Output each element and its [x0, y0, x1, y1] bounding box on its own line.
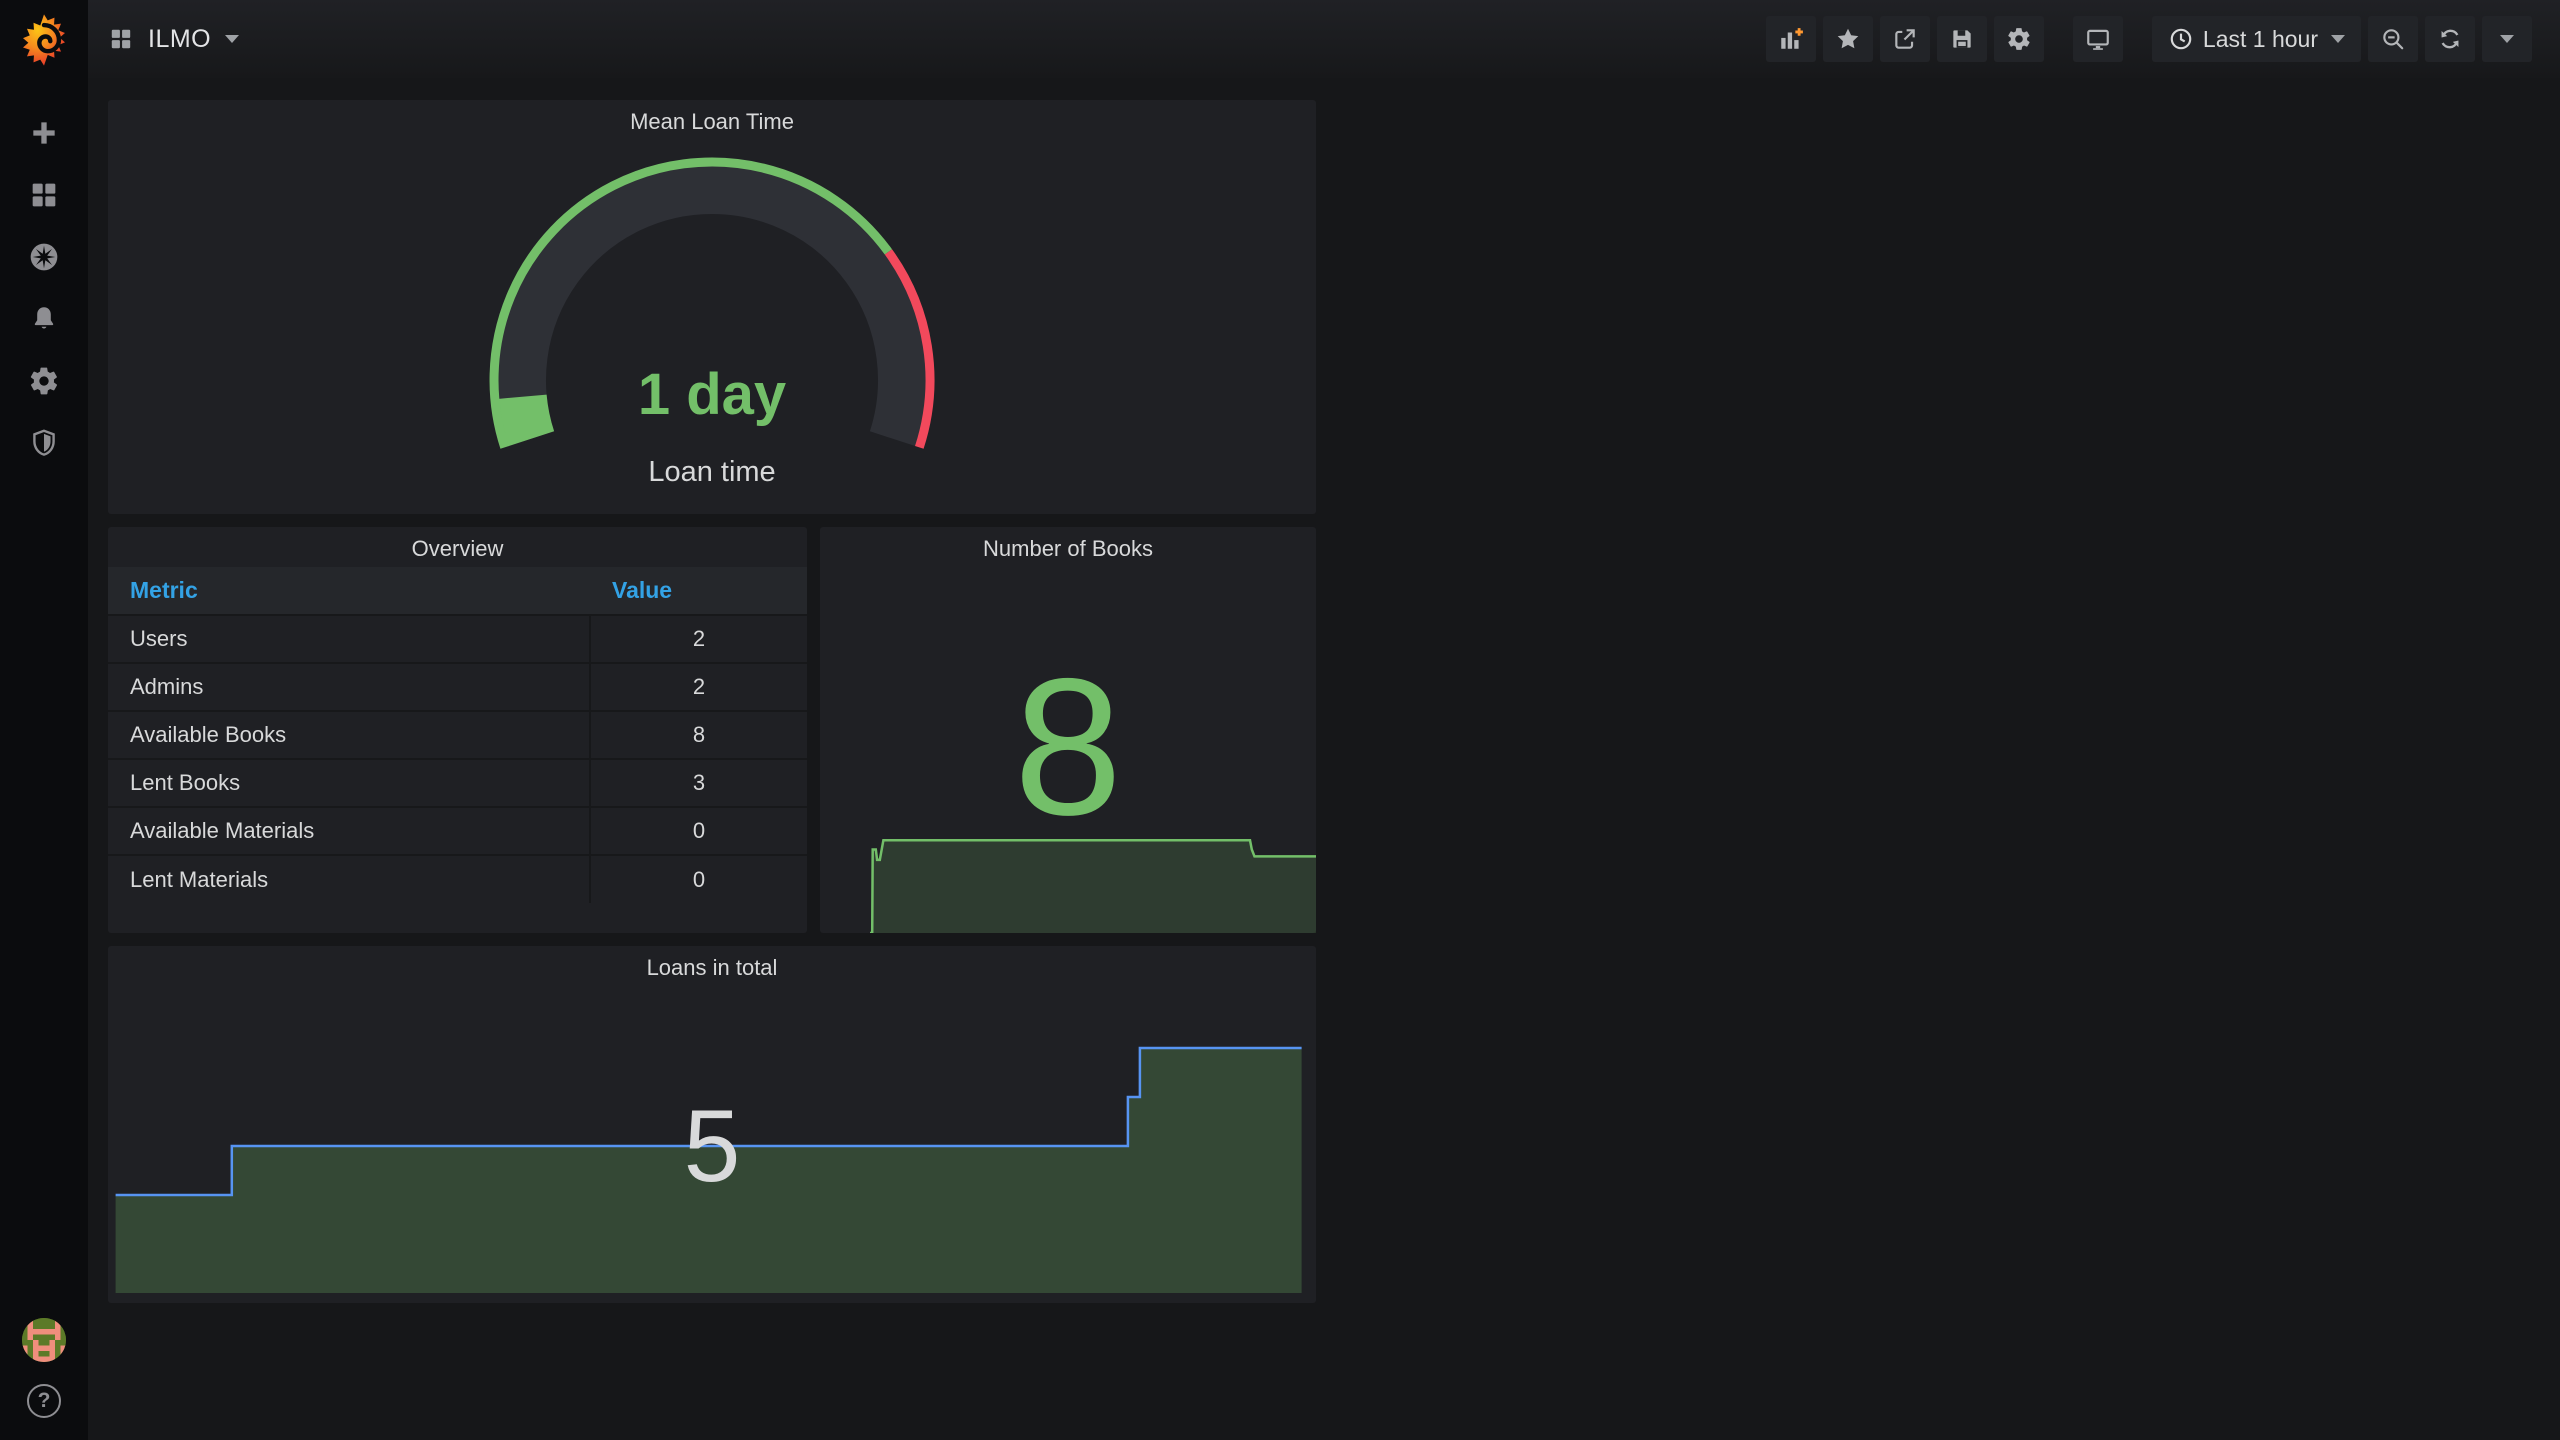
sidebar-bottom: ? — [0, 1318, 88, 1418]
explore-compass-icon[interactable] — [20, 240, 68, 274]
sidebar-menu — [20, 116, 68, 460]
value-cell: 8 — [589, 710, 807, 759]
time-range-picker[interactable]: Last 1 hour — [2151, 16, 2361, 62]
table-row: Available Books 8 — [108, 710, 807, 759]
chevron-down-icon — [225, 35, 240, 43]
value-cell: 2 — [589, 614, 807, 663]
panel-number-of-books: Number of Books 8 — [820, 527, 1316, 933]
table-row: Lent Materials 0 — [108, 854, 807, 903]
grafana-dashboard: ? ILMO Last 1 hour Mean Loan Time 1 day … — [0, 0, 2560, 1440]
dashboards-icon[interactable] — [20, 178, 68, 212]
metric-cell: Available Materials — [108, 806, 590, 855]
value-cell: 0 — [589, 806, 807, 855]
table-row: Lent Books 3 — [108, 758, 807, 807]
value-cell: 0 — [589, 854, 807, 903]
panel-title-loans-in-total[interactable]: Loans in total — [108, 955, 1316, 981]
navbar-actions: Last 1 hour — [1765, 16, 2532, 62]
chevron-down-icon — [2331, 35, 2345, 43]
panel-mean-loan-time: Mean Loan Time 1 day Loan time — [108, 100, 1316, 514]
refresh-button[interactable] — [2425, 16, 2475, 62]
metric-cell: Lent Materials — [108, 854, 590, 903]
share-dashboard-button[interactable] — [1879, 16, 1930, 62]
save-dashboard-button[interactable] — [1936, 16, 1987, 62]
gear-icon — [2008, 28, 2030, 50]
configuration-gear-icon[interactable] — [20, 364, 68, 398]
panel-title-mean-loan-time[interactable]: Mean Loan Time — [108, 109, 1316, 135]
value-cell: 3 — [589, 758, 807, 807]
sidebar: ? — [0, 0, 88, 1440]
zoom-out-icon — [2383, 29, 2404, 50]
alerting-bell-icon[interactable] — [20, 302, 68, 336]
tv-mode-button[interactable] — [2072, 16, 2123, 62]
dashboard-title-picker[interactable]: ILMO — [108, 24, 240, 54]
clock-icon — [2170, 28, 2192, 50]
dashboard-title: ILMO — [148, 24, 212, 53]
add-panel-icon — [1781, 28, 1803, 49]
top-navbar: ILMO Last 1 hour — [88, 0, 2560, 78]
books-stat-value: 8 — [1013, 638, 1123, 856]
metric-cell: Admins — [108, 662, 590, 711]
user-avatar[interactable] — [22, 1318, 66, 1362]
value-cell: 2 — [589, 662, 807, 711]
refresh-interval-dropdown[interactable] — [2482, 16, 2532, 62]
chevron-down-icon — [2500, 35, 2514, 43]
metric-cell: Users — [108, 614, 590, 663]
table-row: Available Materials 0 — [108, 806, 807, 855]
table-row: Users 2 — [108, 614, 807, 663]
panel-overview: Overview Metric Value Users 2 Admins 2 Avail… — [108, 527, 807, 933]
create-plus-icon[interactable] — [20, 116, 68, 150]
add-panel-button[interactable] — [1765, 16, 1816, 62]
dashboard-grid-icon — [111, 29, 131, 49]
star-icon — [1837, 28, 1859, 49]
column-header-metric[interactable]: Metric — [108, 567, 590, 615]
metric-cell: Lent Books — [108, 758, 590, 807]
save-floppy-icon — [1953, 30, 1971, 48]
loans-stat-value: 5 — [683, 1089, 741, 1203]
table-row: Admins 2 — [108, 662, 807, 711]
metric-cell: Available Books — [108, 710, 590, 759]
server-admin-shield-icon[interactable] — [20, 426, 68, 460]
table-header-row: Metric Value — [108, 567, 807, 615]
column-header-value[interactable]: Value — [590, 567, 807, 615]
overview-table: Metric Value Users 2 Admins 2 Available Book… — [108, 567, 807, 903]
gauge-value: 1 day — [637, 362, 787, 427]
panel-loans-in-total: Loans in total 5 — [108, 946, 1316, 1303]
help-question-icon[interactable]: ? — [27, 1384, 61, 1418]
dashboard-settings-button[interactable] — [1993, 16, 2044, 62]
gauge-series-label: Loan time — [648, 456, 776, 488]
refresh-icon — [2441, 29, 2459, 49]
zoom-out-time-button[interactable] — [2368, 16, 2418, 62]
time-range-label: Last 1 hour — [2202, 25, 2318, 52]
grafana-logo-icon[interactable] — [16, 12, 72, 68]
star-dashboard-button[interactable] — [1822, 16, 1873, 62]
panel-title-number-of-books[interactable]: Number of Books — [820, 536, 1316, 562]
monitor-icon — [2087, 29, 2109, 50]
share-icon — [1895, 29, 1915, 49]
panel-title-overview[interactable]: Overview — [108, 536, 807, 562]
